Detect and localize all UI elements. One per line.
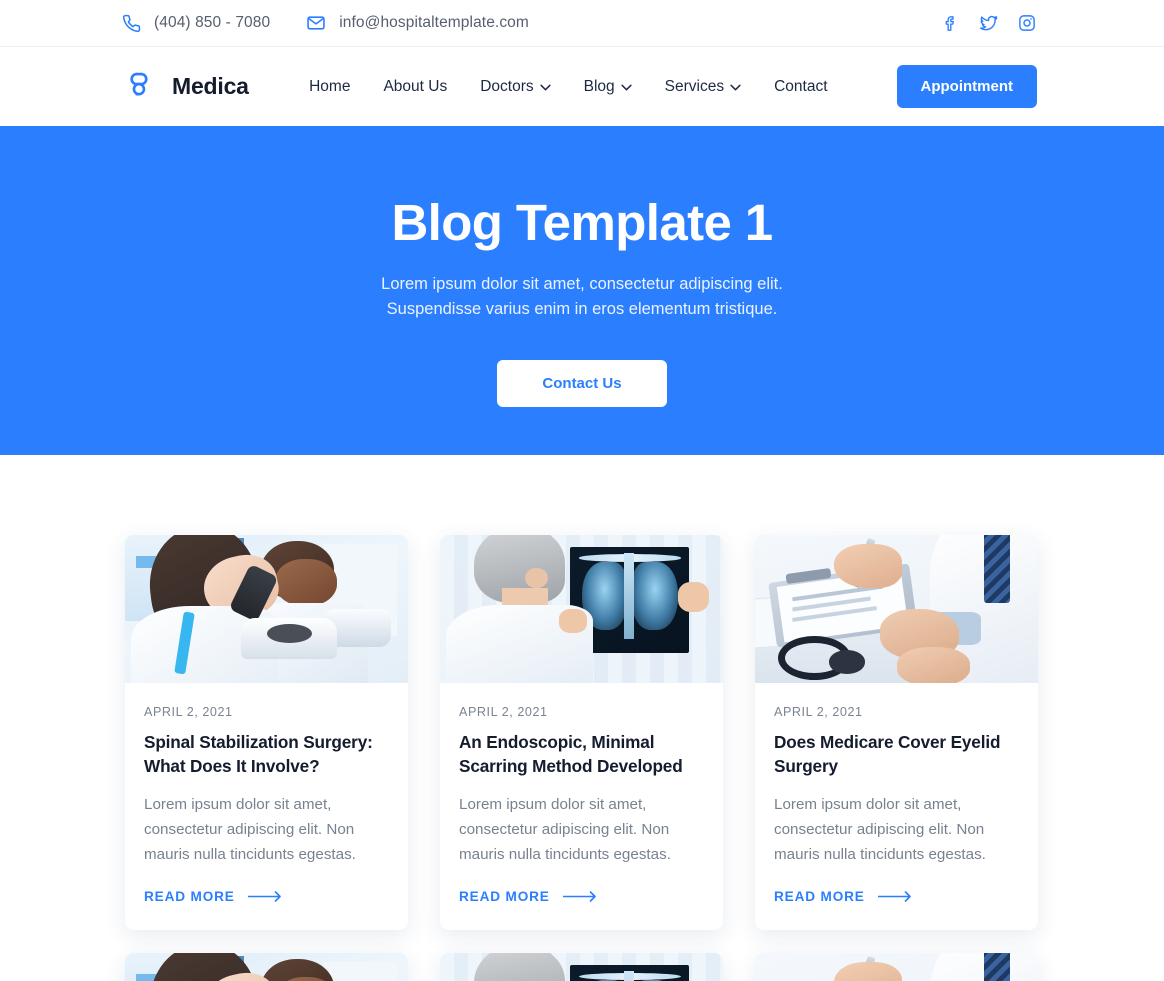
twitter-icon[interactable] <box>979 14 998 33</box>
read-more-label: READ MORE <box>459 889 550 905</box>
nav-item-about-us[interactable]: About Us <box>383 78 447 96</box>
hero-banner: Blog Template 1 Lorem ipsum dolor sit am… <box>0 126 1164 455</box>
medical-cross-logo-icon <box>122 66 159 108</box>
main-navigation-bar: Medica Home About Us Doctors Blog Servic… <box>0 47 1164 126</box>
phone-icon <box>122 14 141 33</box>
blog-post-image <box>125 535 408 683</box>
blog-post-card[interactable] <box>440 953 723 981</box>
blog-post-card[interactable]: APRIL 2, 2021 Does Medicare Cover Eyelid… <box>755 535 1038 931</box>
blog-post-image <box>440 953 723 981</box>
nav-item-doctors[interactable]: Doctors <box>480 77 551 96</box>
blog-grid-row-1: APRIL 2, 2021 Spinal Stabilization Surge… <box>125 535 1039 931</box>
appointment-button[interactable]: Appointment <box>896 65 1037 108</box>
nav-item-services[interactable]: Services <box>665 78 741 96</box>
blog-post-image <box>755 535 1038 683</box>
blog-post-image <box>125 953 408 981</box>
blog-post-date: APRIL 2, 2021 <box>774 705 863 719</box>
blog-post-card[interactable] <box>125 953 408 981</box>
blog-post-body: APRIL 2, 2021 Does Medicare Cover Eyelid… <box>755 683 1038 930</box>
blog-post-excerpt: Lorem ipsum dolor sit amet, consectetur … <box>774 796 986 863</box>
read-more-label: READ MORE <box>144 889 235 905</box>
chevron-down-icon <box>621 84 632 91</box>
phone-contact[interactable]: (404) 850 - 7080 <box>122 14 270 33</box>
blog-post-date: APRIL 2, 2021 <box>144 705 233 719</box>
arrow-right-icon <box>247 891 282 903</box>
arrow-right-icon <box>562 891 597 903</box>
blog-posts-section: APRIL 2, 2021 Spinal Stabilization Surge… <box>0 455 1164 981</box>
nav-item-about-us-label: About Us <box>383 77 448 95</box>
nav-item-doctors-label: Doctors <box>480 77 534 95</box>
top-contact-bar: (404) 850 - 7080 info@hospitaltemplate.c… <box>0 0 1164 47</box>
read-more-link[interactable]: READ MORE <box>459 889 704 904</box>
read-more-link[interactable]: READ MORE <box>774 889 1019 904</box>
read-more-label: READ MORE <box>774 889 865 905</box>
blog-grid-row-2 <box>125 953 1039 981</box>
blog-post-card[interactable]: APRIL 2, 2021 Spinal Stabilization Surge… <box>125 535 408 931</box>
nav-links-group: Home About Us Doctors Blog Services Cont… <box>309 65 1037 108</box>
blog-post-excerpt: Lorem ipsum dolor sit amet, consectetur … <box>459 796 671 863</box>
nav-item-home[interactable]: Home <box>309 78 350 96</box>
blog-post-card[interactable] <box>755 953 1038 981</box>
contact-us-button[interactable]: Contact Us <box>497 360 667 408</box>
nav-item-contact[interactable]: Contact <box>774 78 827 96</box>
brand-name-text: Medica <box>172 73 249 99</box>
nav-item-blog-label: Blog <box>583 77 615 95</box>
blog-post-excerpt: Lorem ipsum dolor sit amet, consectetur … <box>144 796 356 863</box>
blog-post-body: APRIL 2, 2021 An Endoscopic, Minimal Sca… <box>440 683 723 930</box>
phone-number-text: (404) 850 - 7080 <box>154 14 271 31</box>
nav-item-contact-label: Contact <box>774 77 828 95</box>
blog-post-card[interactable]: APRIL 2, 2021 An Endoscopic, Minimal Sca… <box>440 535 723 931</box>
chevron-down-icon <box>730 84 741 91</box>
page-title: Blog Template 1 <box>391 194 773 251</box>
read-more-link[interactable]: READ MORE <box>144 889 389 904</box>
topbar-contact-group: (404) 850 - 7080 info@hospitaltemplate.c… <box>122 13 529 33</box>
brand-logo[interactable]: Medica <box>122 66 249 108</box>
blog-post-title[interactable]: An Endoscopic, Minimal Scarring Method D… <box>459 731 704 778</box>
email-address-text: info@hospitaltemplate.com <box>339 14 529 31</box>
blog-post-image <box>440 535 723 683</box>
hero-subtitle-line-2: Suspendisse varius enim in eros elementu… <box>386 300 778 319</box>
mail-icon <box>306 13 326 33</box>
instagram-icon[interactable] <box>1018 14 1036 32</box>
facebook-icon[interactable] <box>942 15 959 32</box>
nav-item-home-label: Home <box>309 77 351 95</box>
nav-item-blog[interactable]: Blog <box>584 78 632 96</box>
email-contact[interactable]: info@hospitaltemplate.com <box>306 13 529 33</box>
nav-item-services-label: Services <box>664 77 725 95</box>
blog-post-date: APRIL 2, 2021 <box>459 705 548 719</box>
hero-subtitle: Lorem ipsum dolor sit amet, consectetur … <box>381 272 783 322</box>
chevron-down-icon <box>540 84 551 91</box>
blog-post-body: APRIL 2, 2021 Spinal Stabilization Surge… <box>125 683 408 930</box>
social-links-group <box>942 14 1036 33</box>
blog-post-title[interactable]: Does Medicare Cover Eyelid Surgery <box>774 731 1019 778</box>
blog-post-title[interactable]: Spinal Stabilization Surgery: What Does … <box>144 731 389 778</box>
hero-subtitle-line-1: Lorem ipsum dolor sit amet, consectetur … <box>381 275 783 294</box>
blog-post-image <box>755 953 1038 981</box>
arrow-right-icon <box>877 891 912 903</box>
